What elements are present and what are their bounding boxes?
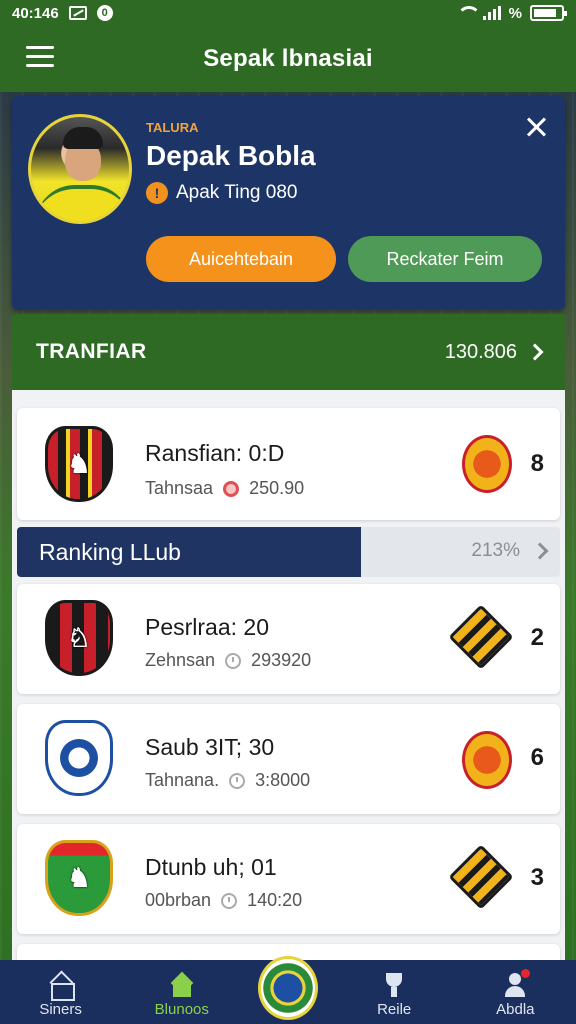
close-icon[interactable]: [525, 116, 547, 138]
match-title: Saub 3IT; 30: [145, 734, 275, 760]
opponent-badge-icon: [448, 844, 514, 910]
primary-action-button[interactable]: Auicehtebain: [146, 236, 336, 282]
match-score: 3: [530, 864, 544, 891]
match-score: 2: [530, 624, 544, 651]
live-indicator-icon: [223, 480, 240, 497]
match-score: 8: [530, 450, 544, 477]
match-subline: Tahnana. 3:8000: [145, 770, 310, 791]
list-item[interactable]: Saub 3IT; 30 Tahnana. 3:8000 6: [17, 704, 560, 814]
status-time: 40:146: [12, 4, 59, 22]
nav-label: Abdla: [496, 1001, 535, 1018]
notification-count-icon: 0: [96, 5, 113, 21]
info-badge-icon: !: [146, 182, 168, 204]
battery-icon: [530, 5, 567, 21]
ranking-header[interactable]: Ranking LLub 213%: [17, 527, 560, 577]
notification-dot: [521, 969, 531, 978]
wifi-icon: [456, 6, 481, 20]
profile-meta-text: Apak Ting 080: [176, 182, 298, 203]
chevron-right-icon: [526, 343, 544, 361]
secondary-action-button[interactable]: Reckater Feim: [348, 236, 542, 282]
ranking-summary: 213%: [471, 540, 549, 562]
club-emblem-icon[interactable]: [258, 956, 318, 1020]
match-score: 6: [530, 744, 544, 771]
match-sub-label: Tahnana.: [145, 770, 220, 790]
nav-item-reile[interactable]: Reile: [344, 973, 444, 1018]
house-filled-icon: [169, 973, 195, 997]
do-not-disturb-icon: [68, 6, 87, 20]
signal-icon: [482, 6, 501, 20]
match-sub-label: Zehnsan: [145, 650, 216, 670]
match-subline: Tahnsaa 250.90: [145, 478, 304, 499]
match-sub-value: 293920: [251, 650, 312, 670]
match-title: Ransfian: 0:D: [145, 440, 285, 466]
user-icon: [502, 969, 531, 997]
player-name: Depak Bobla: [146, 140, 316, 171]
transfer-value: 130.806: [444, 340, 517, 363]
clock-icon: [225, 652, 242, 669]
club-crest-icon: ♞: [45, 840, 113, 916]
nav-label: Blunoos: [154, 1001, 209, 1018]
opponent-badge-icon: [462, 731, 512, 789]
match-sub-value: 3:8000: [255, 770, 311, 790]
list-item[interactable]: ♘ Pesrlraa: 20 Zehnsan 293920 2: [17, 584, 560, 694]
transfer-header[interactable]: TRANFIAR 130.806: [12, 314, 565, 390]
player-avatar[interactable]: [28, 114, 132, 224]
club-crest-icon: [45, 720, 113, 796]
match-list: ♞ Ransfian: 0:D Tahnsaa 250.90 8 Ranking…: [12, 390, 565, 960]
clock-icon: [229, 772, 246, 789]
match-subline: 00brban 140:20: [145, 890, 302, 911]
home-icon: [48, 973, 75, 1001]
transfer-summary: 130.806: [444, 340, 544, 364]
match-sub-label: 00brban: [145, 890, 212, 910]
profile-meta: ! Apak Ting 080: [146, 182, 297, 204]
ranking-percent: 213%: [471, 540, 520, 561]
transfer-title: TRANFIAR: [36, 340, 147, 363]
list-item[interactable]: ♞ Dtunb uh; 01 00brban 140:20 3: [17, 824, 560, 934]
trophy-icon: [381, 973, 407, 997]
chevron-right-icon: [531, 542, 549, 560]
match-title: Dtunb uh; 01: [145, 854, 277, 880]
menu-icon[interactable]: [26, 46, 54, 68]
match-sub-value: 250.90: [249, 478, 305, 498]
opponent-badge-icon: [462, 435, 512, 493]
ranking-title: Ranking LLub: [17, 527, 361, 577]
app-bar: Sepak lbnasiai: [0, 26, 576, 92]
app-title: Sepak lbnasiai: [203, 45, 373, 72]
opponent-badge-icon: [448, 604, 514, 670]
match-title: Pesrlraa: 20: [145, 614, 270, 640]
nav-item-abdla[interactable]: Abdla: [465, 969, 565, 1018]
club-crest-icon: ♞: [45, 426, 113, 502]
nav-item-siners[interactable]: Siners: [11, 973, 111, 1018]
nav-label: Siners: [39, 1001, 82, 1018]
player-profile-card: TALURA Depak Bobla ! Apak Ting 080 Auice…: [12, 96, 565, 310]
clock-icon: [221, 892, 238, 909]
profile-eyebrow: TALURA: [146, 120, 199, 135]
status-bar: 40:146 0 %: [0, 0, 576, 26]
nav-label: Reile: [377, 1001, 412, 1018]
nav-item-blunoos[interactable]: Blunoos: [132, 973, 232, 1018]
match-sub-value: 140:20: [247, 890, 303, 910]
match-sub-label: Tahnsaa: [145, 478, 214, 498]
percent-icon: %: [508, 4, 522, 22]
club-crest-icon: ♘: [45, 600, 113, 676]
list-item[interactable]: ♞ Ransfian: 0:D Tahnsaa 250.90 8: [17, 408, 560, 520]
match-subline: Zehnsan 293920: [145, 650, 311, 671]
